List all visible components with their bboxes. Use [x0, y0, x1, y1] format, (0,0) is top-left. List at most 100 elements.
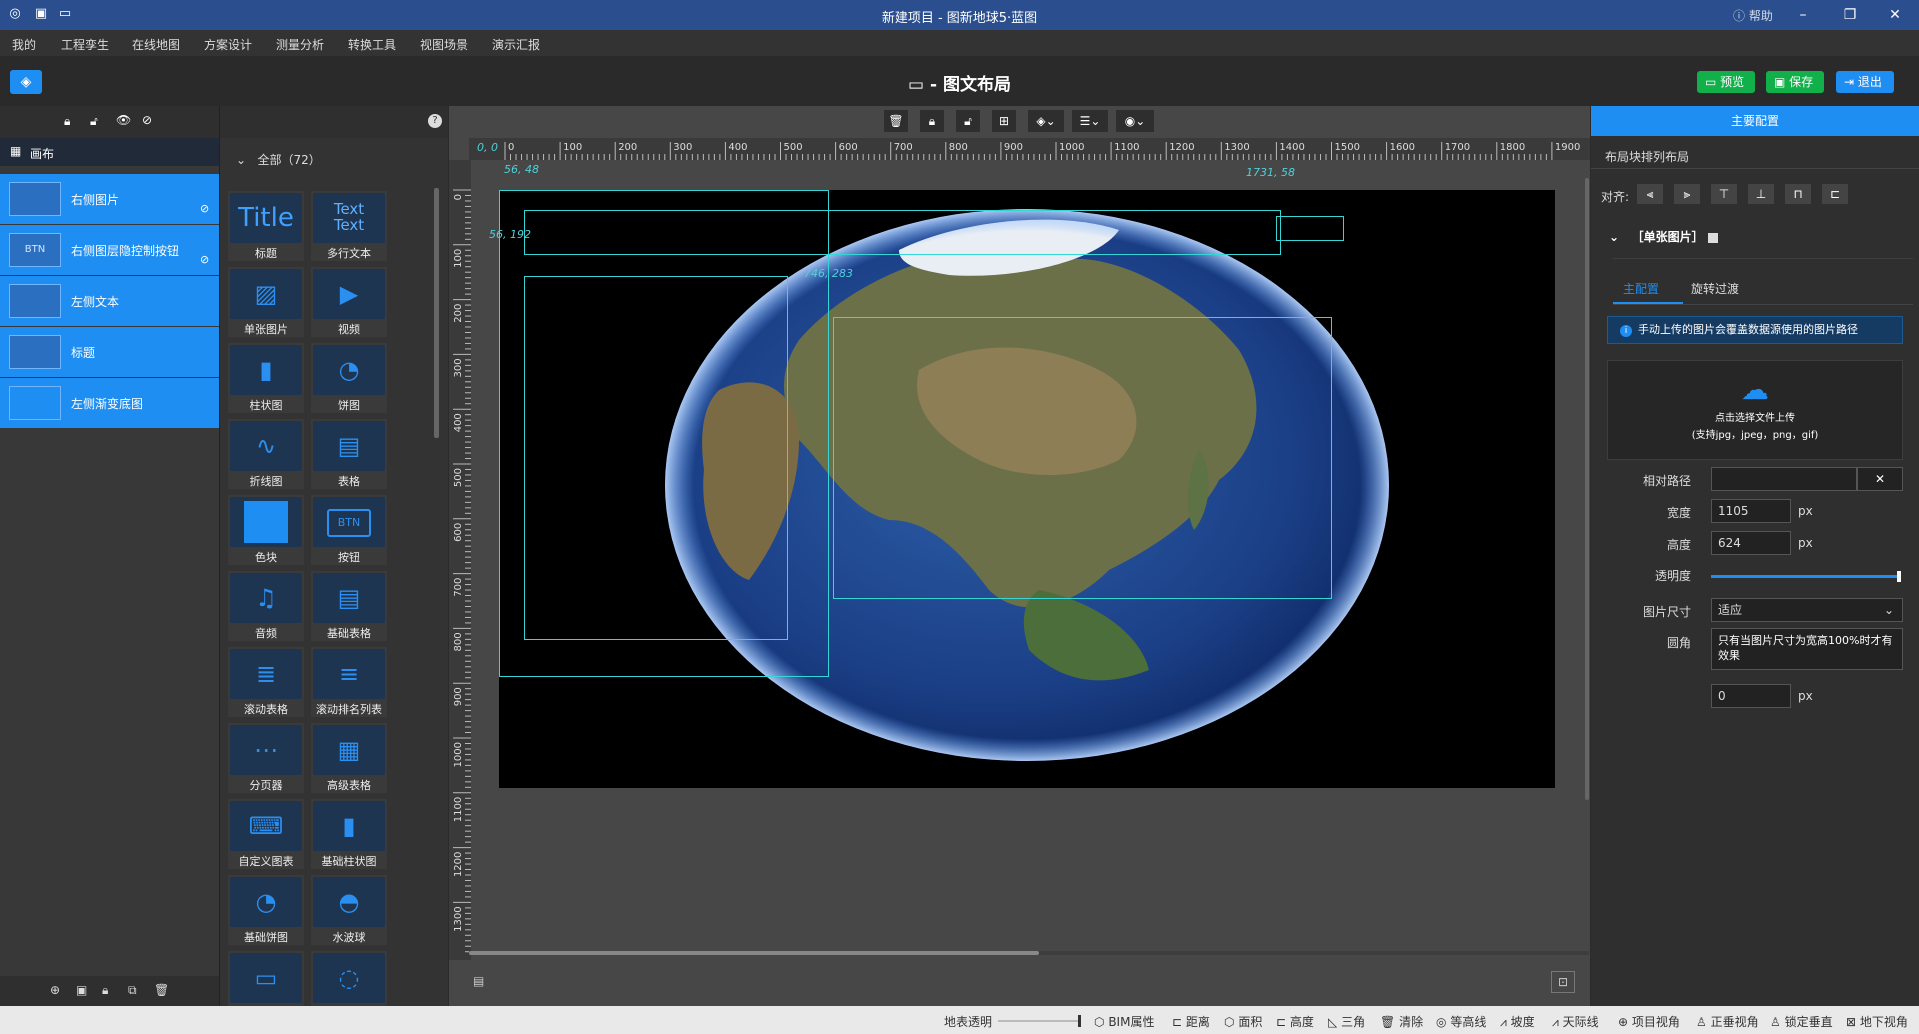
component-single-image[interactable]: ▨ 单张图片	[228, 267, 304, 337]
upload-area[interactable]: ☁ 点击选择文件上传 (支持jpg，jpeg，png，gif)	[1607, 360, 1903, 460]
component-pager[interactable]: ⋯ 分页器	[228, 723, 304, 793]
clear-path-button[interactable]: ✕	[1857, 467, 1903, 491]
slope-button[interactable]: ⩘ 坡度	[1500, 1013, 1535, 1030]
align-right-icon[interactable]: ⫸	[1674, 184, 1700, 204]
height-input[interactable]: 624	[1711, 531, 1791, 555]
menu-measure[interactable]: 测量分析	[276, 36, 324, 53]
align-vcenter-icon[interactable]: ⊏	[1822, 184, 1848, 204]
add-icon[interactable]: ⊕	[50, 983, 60, 997]
unlock-icon[interactable]: 🔓︎	[90, 114, 98, 129]
canvas[interactable]	[499, 190, 1555, 788]
help-button[interactable]: ⓘ 帮助	[1733, 7, 1773, 24]
size-select[interactable]: 适应 ⌄	[1711, 598, 1903, 622]
selection-frame[interactable]	[833, 317, 1332, 599]
horizontal-scrollbar-thumb[interactable]	[469, 951, 1039, 955]
component-basic-pie-chart[interactable]: ◔ 基础饼图	[228, 875, 304, 945]
align-icon[interactable]: ☰⌄	[1072, 110, 1108, 132]
tab-rotate[interactable]: 旋转过渡	[1691, 280, 1739, 297]
component-audio[interactable]: ♫ 音频	[228, 571, 304, 641]
canvas-section-header[interactable]: ▦ 画布	[0, 138, 219, 166]
hidden-eye-icon[interactable]: ⊘	[200, 253, 209, 266]
lock-icon[interactable]: 🔒︎	[920, 110, 944, 132]
save-button[interactable]: ▣ 保存	[1766, 71, 1824, 93]
align-hcenter-icon[interactable]: ⊓	[1785, 184, 1811, 204]
component-basic-table[interactable]: ▤ 基础表格	[311, 571, 387, 641]
tab-main[interactable]: 主配置	[1623, 280, 1659, 297]
component-group[interactable]: ⌄ 全部（72）	[236, 151, 321, 168]
layer-item[interactable]: 右侧图片 ⊘	[0, 174, 219, 224]
contour-button[interactable]: ◎ 等高线	[1436, 1013, 1486, 1030]
component-color-block[interactable]: 色块	[228, 495, 304, 565]
surface-opacity-handle[interactable]	[1078, 1015, 1081, 1027]
fit-screen-icon[interactable]: ⊡	[1551, 971, 1575, 993]
menu-mine[interactable]: 我的	[12, 36, 36, 53]
layer-item[interactable]: 标题	[0, 327, 219, 377]
tab-main-config[interactable]: 主要配置	[1591, 106, 1919, 136]
menu-convert[interactable]: 转换工具	[348, 36, 396, 53]
selection-frame[interactable]	[1276, 216, 1344, 241]
preview-button[interactable]: ▭ 预览	[1697, 71, 1755, 93]
component-line-chart[interactable]: ∿ 折线图	[228, 419, 304, 489]
eye-off-icon[interactable]: ⊘	[142, 113, 152, 127]
component-multiline-text[interactable]: Text Text 多行文本	[311, 191, 387, 261]
group-icon[interactable]: ▣	[76, 983, 87, 997]
help-icon[interactable]: ?	[428, 114, 442, 128]
section-single-image[interactable]: ⌄ ［单张图片］	[1609, 228, 1718, 245]
copy-icon[interactable]: ⧉	[128, 983, 137, 998]
component-advanced-table[interactable]: ▦ 高级表格	[311, 723, 387, 793]
component-scrollbar[interactable]	[434, 188, 439, 438]
component-scroll-table[interactable]: ≣ 滚动表格	[228, 647, 304, 717]
project-view-button[interactable]: ⊕ 项目视角	[1618, 1013, 1680, 1030]
component-custom-chart[interactable]: ⌨ 自定义图表	[228, 799, 304, 869]
group-icon[interactable]: ⊞	[992, 110, 1016, 132]
component-basic-bar-chart[interactable]: ▮ 基础柱状图	[311, 799, 387, 869]
component-video[interactable]: ▶ 视频	[311, 267, 387, 337]
selection-frame[interactable]	[524, 210, 1281, 255]
restore-button[interactable]: ❐	[1840, 5, 1860, 25]
area-button[interactable]: ⬡ 面积	[1224, 1013, 1262, 1030]
menu-present[interactable]: 演示汇报	[492, 36, 540, 53]
trash-icon[interactable]: 🗑︎	[154, 983, 169, 997]
menu-online-map[interactable]: 在线地图	[132, 36, 180, 53]
triangle-button[interactable]: ◺ 三角	[1328, 1013, 1365, 1030]
surface-opacity-slider[interactable]	[998, 1015, 1081, 1027]
component-button[interactable]: BTN 按钮	[311, 495, 387, 565]
layer-item[interactable]: BTN 右侧图层隐控制按钮 ⊘	[0, 225, 219, 275]
underground-view-button[interactable]: ⊠ 地下视角	[1846, 1013, 1908, 1030]
component-table[interactable]: ▤ 表格	[311, 419, 387, 489]
path-input[interactable]	[1711, 467, 1857, 491]
distance-button[interactable]: ⊏ 距离	[1172, 1013, 1210, 1030]
layer-order-icon[interactable]: ◈⌄	[1028, 110, 1064, 132]
component-pie-chart[interactable]: ◔ 饼图	[311, 343, 387, 413]
component-water-ball[interactable]: ◓ 水波球	[311, 875, 387, 945]
lock-icon[interactable]: 🔒︎	[102, 983, 108, 998]
opacity-slider-track[interactable]	[1711, 571, 1901, 582]
layer-item[interactable]: 左侧文本	[0, 276, 219, 326]
eye-icon[interactable]: 👁︎	[116, 113, 131, 127]
align-top-icon[interactable]: ⊤	[1711, 184, 1737, 204]
menu-twin[interactable]: 工程孪生	[61, 36, 109, 53]
unlock-icon[interactable]: 🔓︎	[956, 110, 980, 132]
vertical-view-button[interactable]: ♙ 正垂视角	[1696, 1013, 1759, 1030]
menu-view[interactable]: 视图场景	[420, 36, 468, 53]
exit-button[interactable]: ⇥ 退出	[1836, 71, 1894, 93]
minimize-button[interactable]: –	[1793, 5, 1813, 25]
width-input[interactable]: 1105	[1711, 499, 1791, 523]
opacity-slider-handle[interactable]	[1897, 571, 1901, 582]
align-bottom-icon[interactable]: ⊥	[1748, 184, 1774, 204]
hidden-eye-icon[interactable]: ⊘	[200, 202, 209, 215]
section-checkbox[interactable]	[1707, 232, 1718, 243]
radius-input[interactable]: 0	[1711, 684, 1791, 708]
clear-button[interactable]: 🗑︎ 清除	[1380, 1013, 1423, 1030]
component-scroll-rank-list[interactable]: ≡ 滚动排名列表	[311, 647, 387, 717]
menu-design[interactable]: 方案设计	[204, 36, 252, 53]
align-left-icon[interactable]: ⫷	[1637, 184, 1663, 204]
component-title[interactable]: Title 标题	[228, 191, 304, 261]
comment-icon[interactable]: ▤	[473, 974, 484, 988]
height-button[interactable]: ⊏ 高度	[1276, 1013, 1314, 1030]
layer-item[interactable]: 左侧渐变底图	[0, 378, 219, 428]
visibility-icon[interactable]: ◉⌄	[1116, 110, 1154, 132]
delete-icon[interactable]: 🗑︎	[884, 110, 908, 132]
close-button[interactable]: ✕	[1885, 5, 1905, 25]
component-bar-chart[interactable]: ▮ 柱状图	[228, 343, 304, 413]
